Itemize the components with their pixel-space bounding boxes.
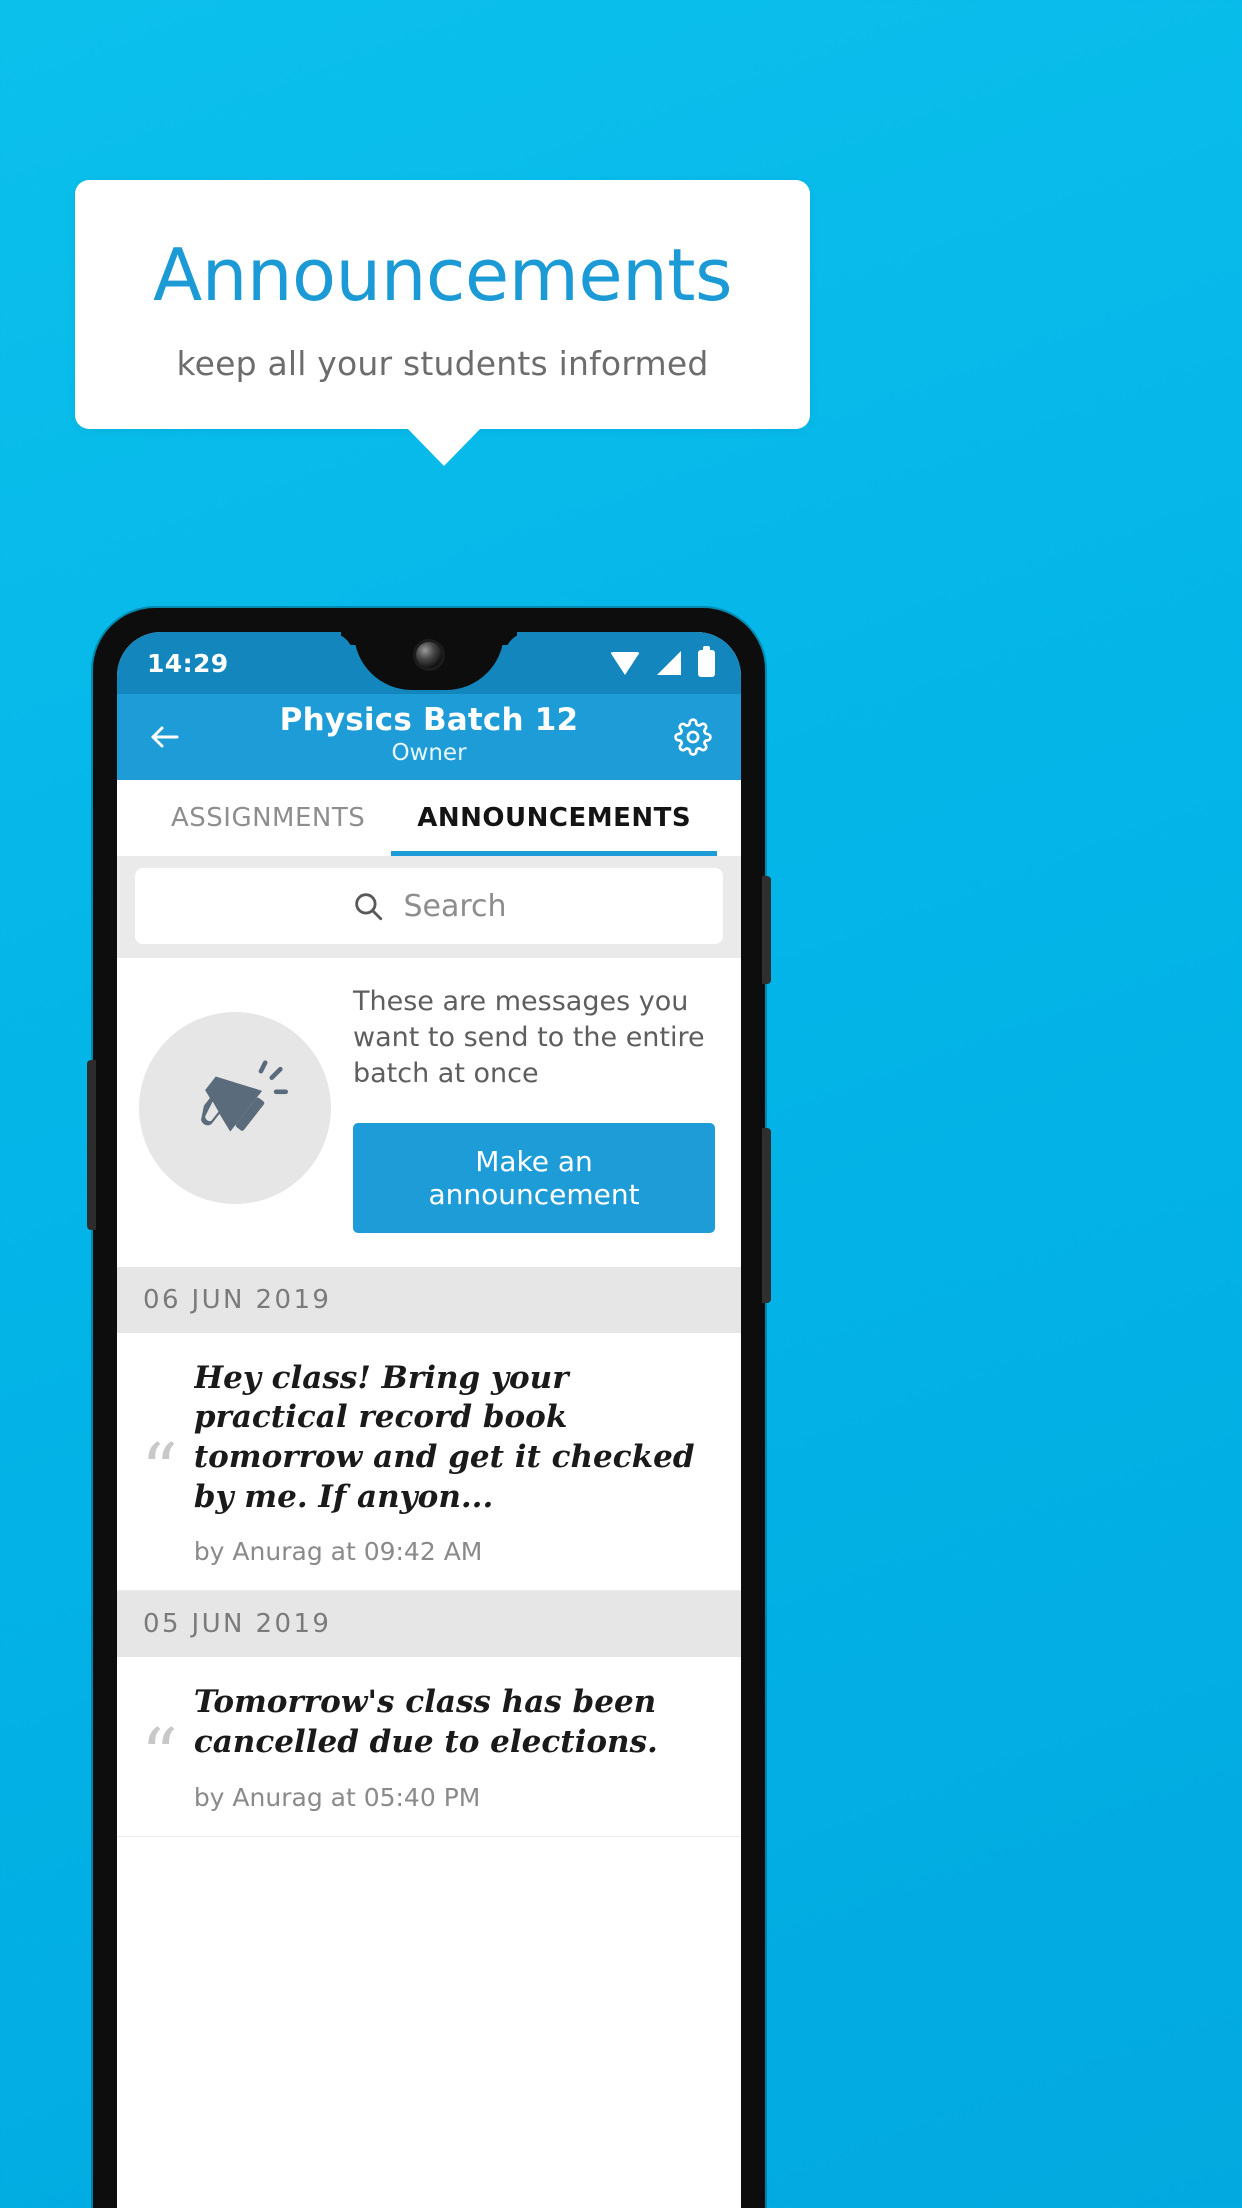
announcement-text: Hey class! Bring your practical record b… bbox=[193, 1359, 695, 1515]
announcement-body: Hey class! Bring your practical record b… bbox=[194, 1359, 719, 1567]
promo-tail-triangle bbox=[406, 427, 481, 466]
promo-subtitle: keep all your students informed bbox=[176, 343, 709, 383]
announcement-body: Tomorrow's class has been cancelled due … bbox=[194, 1683, 719, 1811]
search-input[interactable]: Search bbox=[135, 868, 723, 944]
gear-icon[interactable] bbox=[669, 713, 717, 761]
announcement-meta: by Anurag at 09:42 AM bbox=[193, 1537, 483, 1567]
announcement-meta: by Anurag at 05:40 PM bbox=[193, 1782, 481, 1812]
app-bar: Physics Batch 12 Owner bbox=[117, 694, 741, 780]
battery-icon bbox=[698, 645, 715, 677]
tab-assignments[interactable]: ASSIGNMENTS bbox=[145, 780, 391, 856]
quote-icon: “ bbox=[141, 1713, 178, 1798]
promo-callout: Announcements keep all your students inf… bbox=[75, 180, 810, 466]
status-icon-group bbox=[610, 645, 715, 677]
quote-icon: “ bbox=[141, 1428, 178, 1513]
page-subtitle: Owner bbox=[391, 739, 467, 766]
promo-title: Announcements bbox=[152, 233, 733, 317]
date-header: 05 JUN 2019 bbox=[117, 1591, 741, 1658]
power-button[interactable] bbox=[762, 876, 771, 984]
volume-button[interactable] bbox=[87, 1060, 96, 1230]
wifi-icon bbox=[610, 651, 640, 675]
tab-bar: ASSIGNMENTS ANNOUNCEMENTS TESTS bbox=[117, 780, 741, 856]
intro-card: These are messages you want to send to t… bbox=[117, 958, 741, 1267]
promo-card: Announcements keep all your students inf… bbox=[75, 180, 810, 429]
signal-icon bbox=[657, 651, 681, 675]
announcement-row[interactable]: “ Tomorrow's class has been cancelled du… bbox=[117, 1657, 741, 1837]
status-bar: 14:29 bbox=[117, 632, 741, 694]
search-area: Search bbox=[117, 856, 741, 958]
back-arrow-icon[interactable] bbox=[141, 713, 189, 761]
side-button[interactable] bbox=[762, 1128, 771, 1303]
status-time: 14:29 bbox=[147, 648, 229, 678]
tab-announcements-label: ANNOUNCEMENTS bbox=[417, 803, 692, 833]
announcement-row[interactable]: “ Hey class! Bring your practical record… bbox=[117, 1332, 741, 1592]
phone-device: 14:29 Physics Batch 12 Owner ASSIGNMENTS… bbox=[87, 608, 771, 2208]
front-camera bbox=[416, 642, 442, 668]
megaphone-icon bbox=[139, 1012, 331, 1205]
phone-screen: 14:29 Physics Batch 12 Owner ASSIGNMENTS… bbox=[117, 632, 741, 2208]
tab-assignments-label: ASSIGNMENTS bbox=[171, 803, 366, 833]
display-notch bbox=[354, 632, 504, 690]
page-title: Physics Batch 12 bbox=[279, 702, 579, 738]
intro-content: These are messages you want to send to t… bbox=[353, 984, 715, 1233]
search-placeholder: Search bbox=[403, 888, 507, 924]
date-header: 06 JUN 2019 bbox=[117, 1266, 741, 1333]
app-bar-titles: Physics Batch 12 Owner bbox=[117, 702, 741, 768]
tab-tests[interactable]: TESTS bbox=[717, 780, 741, 856]
tab-announcements[interactable]: ANNOUNCEMENTS bbox=[391, 780, 717, 856]
announcement-text: Tomorrow's class has been cancelled due … bbox=[193, 1684, 658, 1760]
make-announcement-button[interactable]: Make an announcement bbox=[353, 1122, 715, 1233]
intro-text: These are messages you want to send to t… bbox=[353, 986, 705, 1090]
search-icon bbox=[351, 889, 385, 923]
